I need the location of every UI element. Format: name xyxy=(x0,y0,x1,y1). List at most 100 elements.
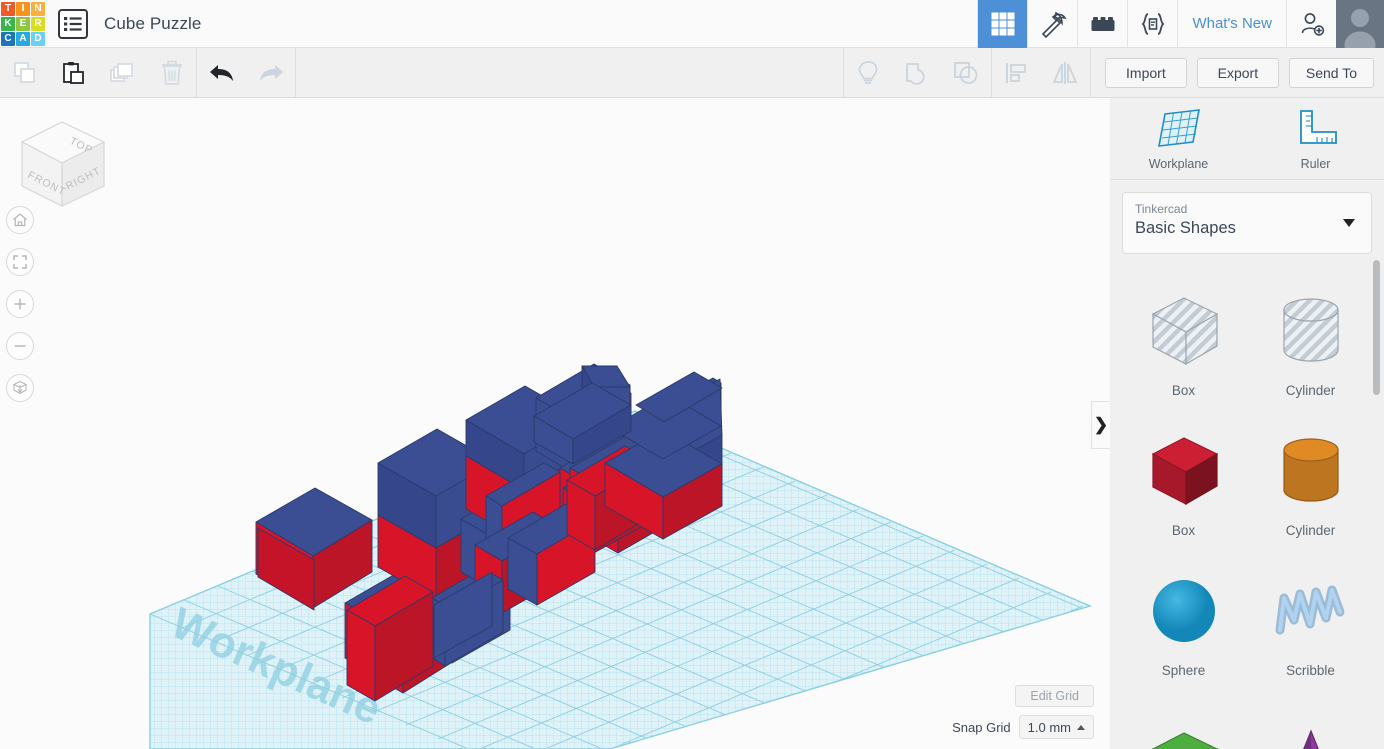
nav-icon-codeblocks-tools[interactable] xyxy=(1027,0,1077,48)
group-shapes-icon xyxy=(906,62,925,85)
paste-button[interactable] xyxy=(49,48,98,98)
main-menu-button[interactable] xyxy=(58,8,88,39)
whats-new-link[interactable]: What's New xyxy=(1177,0,1286,48)
sphere-icon xyxy=(1152,580,1215,642)
shape-tool-group xyxy=(842,47,1091,98)
workplane-tool[interactable]: Workplane xyxy=(1133,108,1225,171)
shape-library-name: Basic Shapes xyxy=(1135,219,1236,238)
shape-thumbnail xyxy=(1268,285,1354,377)
3d-viewport[interactable]: Workplane TOP FRONT RIGHT ❯ Edit Grid Sn… xyxy=(0,98,1110,749)
caret-up-icon xyxy=(1077,724,1085,730)
ungroup-shapes-icon xyxy=(954,61,978,84)
document-title[interactable]: Cube Puzzle xyxy=(104,14,202,34)
grid-controls: Edit Grid Snap Grid 1.0 mm xyxy=(952,685,1094,739)
shape-label: Cylinder xyxy=(1285,383,1336,398)
undo-button[interactable] xyxy=(197,48,246,98)
workplane-3d-render: Workplane xyxy=(0,98,1110,749)
view-cube-icon: TOP FRONT RIGHT xyxy=(20,121,106,207)
group-button[interactable] xyxy=(893,48,942,98)
workplane-grid-icon xyxy=(1157,109,1200,147)
nav-icon-codeblocks[interactable] xyxy=(1127,0,1177,48)
shapes-grid: Box Cylinder Box Cylinder Sphere Scribbl… xyxy=(1110,258,1384,749)
top-header-bar: TINKERCAD Cube Puzzle What's New xyxy=(0,0,1384,48)
avatar-silhouette-icon xyxy=(1336,0,1384,48)
shape-library-select[interactable]: Tinkercad Basic Shapes xyxy=(1122,192,1372,254)
shape-label: Box xyxy=(1171,383,1196,398)
logo-tile-e: E xyxy=(16,16,30,31)
shape-item[interactable]: Box xyxy=(1120,412,1247,538)
shape-item[interactable] xyxy=(1247,692,1374,749)
shapes-scrollbar[interactable] xyxy=(1373,260,1380,747)
shape-item[interactable]: Sphere xyxy=(1120,552,1247,678)
tinkercad-app: TINKERCAD Cube Puzzle What's New Import … xyxy=(0,0,1384,749)
view-orientation-cube[interactable]: TOP FRONT RIGHT xyxy=(14,114,110,214)
brick-icon xyxy=(1091,16,1115,31)
shape-label: Sphere xyxy=(1161,663,1206,678)
mirror-button[interactable] xyxy=(1041,48,1090,98)
shape-thumbnail xyxy=(1141,565,1227,657)
edit-grid-button[interactable]: Edit Grid xyxy=(1015,685,1094,707)
ruler-icon xyxy=(1299,110,1337,144)
copy-icon xyxy=(13,61,35,83)
home-icon xyxy=(13,213,27,227)
logo-tile-r: R xyxy=(31,16,45,31)
shape-item[interactable]: Cylinder xyxy=(1247,412,1374,538)
grid-gallery-icon xyxy=(991,12,1015,35)
user-avatar[interactable] xyxy=(1336,0,1384,48)
undo-arrow-icon xyxy=(209,64,233,81)
delete-button[interactable] xyxy=(147,48,196,98)
clipboard-tool-group xyxy=(0,47,296,98)
fit-frame-icon xyxy=(13,255,27,269)
shapes-scroll-area[interactable]: Box Cylinder Box Cylinder Sphere Scribbl… xyxy=(1110,258,1384,749)
logo-tile-t: T xyxy=(1,1,15,16)
scrollbar-thumb[interactable] xyxy=(1373,260,1380,395)
cone-purple-icon xyxy=(1302,729,1319,749)
import-button[interactable]: Import xyxy=(1104,57,1187,88)
collapse-panel-button[interactable]: ❯ xyxy=(1091,401,1110,449)
ruler-tool-label: Ruler xyxy=(1300,157,1331,171)
list-menu-icon xyxy=(64,16,82,31)
shape-item[interactable]: Scribble xyxy=(1247,552,1374,678)
shapes-panel: Workplane Ruler Tinkercad Basic Shapes B… xyxy=(1110,98,1384,749)
ruler-tool[interactable]: Ruler xyxy=(1270,108,1362,171)
nav-icon-blocks[interactable] xyxy=(1077,0,1127,48)
add-user-button[interactable] xyxy=(1286,0,1336,48)
align-button[interactable] xyxy=(992,48,1041,98)
trash-icon xyxy=(161,60,182,85)
codeblocks-icon xyxy=(1141,12,1165,35)
perspective-toggle-button[interactable] xyxy=(6,374,34,402)
box-solid-icon xyxy=(1151,437,1218,506)
snap-grid-row: Snap Grid 1.0 mm xyxy=(952,715,1094,739)
copy-button[interactable] xyxy=(0,48,49,98)
tinkercad-logo[interactable]: TIN KER CAD xyxy=(0,0,46,48)
send-to-button[interactable]: Send To xyxy=(1288,57,1374,88)
cylinder-solid-icon xyxy=(1282,438,1339,502)
zoom-in-button[interactable] xyxy=(6,290,34,318)
duplicate-button[interactable] xyxy=(98,48,147,98)
home-view-button[interactable] xyxy=(6,206,34,234)
logo-tile-k: K xyxy=(1,16,15,31)
logo-tile-c: C xyxy=(1,31,15,46)
shape-thumbnail xyxy=(1268,425,1354,517)
fit-to-view-button[interactable] xyxy=(6,248,34,276)
pickaxe-icon xyxy=(1041,11,1067,38)
export-button[interactable]: Export xyxy=(1196,57,1279,88)
redo-button[interactable] xyxy=(246,48,295,98)
note-button[interactable] xyxy=(844,48,893,98)
align-icon xyxy=(1006,62,1027,83)
shape-item[interactable]: Cylinder xyxy=(1247,272,1374,398)
shape-item[interactable]: Box xyxy=(1120,272,1247,398)
ungroup-button[interactable] xyxy=(942,48,991,98)
nav-icon-designs[interactable] xyxy=(977,0,1028,48)
ortho-cube-icon xyxy=(12,380,28,395)
box-hole-icon xyxy=(1151,297,1218,366)
zoom-out-button[interactable] xyxy=(6,332,34,360)
shape-thumbnail xyxy=(1268,720,1354,749)
box-green-icon xyxy=(1151,732,1218,749)
shape-item[interactable] xyxy=(1120,692,1247,749)
snap-grid-select[interactable]: 1.0 mm xyxy=(1018,715,1094,739)
shape-thumbnail xyxy=(1141,720,1227,749)
viewport-navigation-buttons xyxy=(6,206,34,416)
logo-tile-i: I xyxy=(16,1,30,16)
shape-label: Scribble xyxy=(1286,663,1335,678)
